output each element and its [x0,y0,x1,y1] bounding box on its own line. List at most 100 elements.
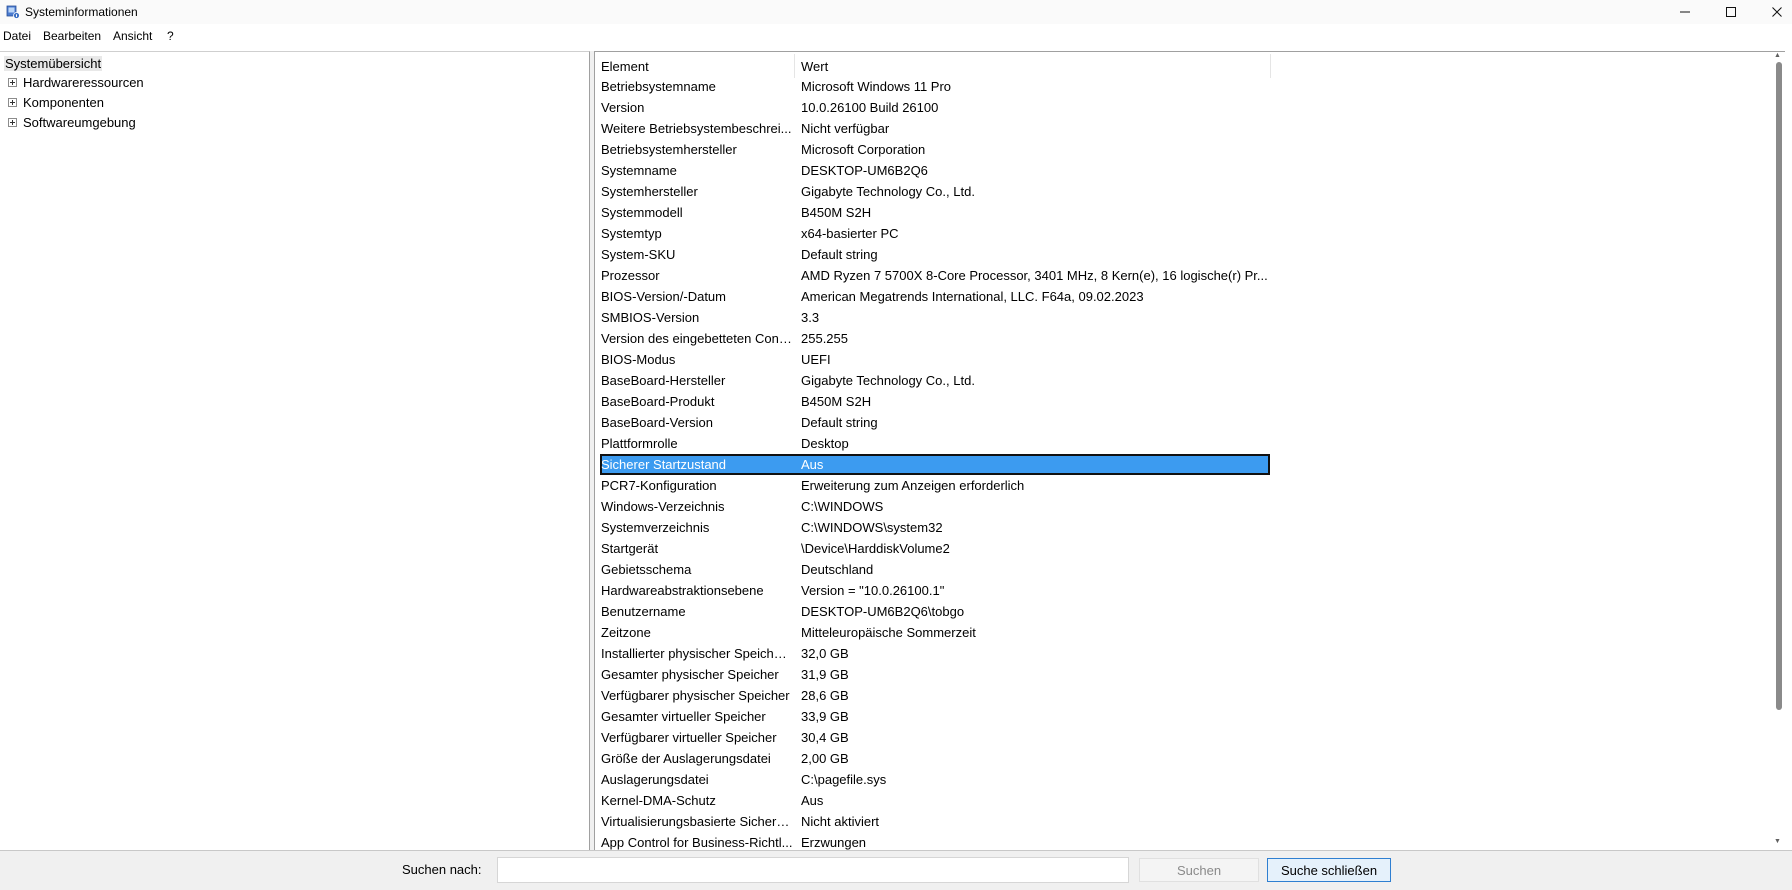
table-row[interactable]: Gesamter virtueller Speicher 33,9 GB [600,706,1270,727]
cell-element: BaseBoard-Produkt [601,394,715,409]
table-row[interactable]: BaseBoard-Produkt B450M S2H [600,391,1270,412]
cell-element: BaseBoard-Hersteller [601,373,726,388]
table-row[interactable]: BIOS-Version/-Datum American Megatrends I… [600,286,1270,307]
table-row[interactable]: Benutzername DESKTOP-UM6B2Q6\tobgo [600,601,1270,622]
table-row[interactable]: Weitere Betriebsystembeschrei... Nicht ve… [600,118,1270,139]
table-row[interactable]: System-SKU Default string [600,244,1270,265]
tree-item-label: Hardwareressourcen [23,75,144,90]
menu-help[interactable]: ? [167,29,174,43]
cell-element: Betriebsystemhersteller [601,142,737,157]
cell-element: System-SKU [601,247,676,262]
tree-item-label: Komponenten [23,95,104,110]
table-row[interactable]: Verfügbarer virtueller Speicher 30,4 GB [600,727,1270,748]
cell-element: Systemhersteller [601,184,698,199]
title-bar: Systeminformationen [0,0,1792,24]
table-row[interactable]: BIOS-Modus UEFI [600,349,1270,370]
cell-wert: Gigabyte Technology Co., Ltd. [801,373,975,388]
table-row[interactable]: Systemname DESKTOP-UM6B2Q6 [600,160,1270,181]
table-row[interactable]: BaseBoard-Hersteller Gigabyte Technology … [600,370,1270,391]
table-row[interactable]: Windows-Verzeichnis C:\WINDOWS [600,496,1270,517]
tree-item-komponenten[interactable]: Komponenten [8,95,104,110]
menu-ansicht[interactable]: Ansicht [113,29,152,43]
cell-element: Gesamter virtueller Speicher [601,709,766,724]
cell-element: Auslagerungsdatei [601,772,709,787]
close-button[interactable] [1754,0,1792,24]
table-row[interactable]: Version 10.0.26100 Build 26100 [600,97,1270,118]
search-input[interactable] [497,857,1129,883]
column-divider[interactable] [794,54,795,78]
table-row[interactable]: Version des eingebetteten Cont... 255.255 [600,328,1270,349]
cell-element: Weitere Betriebsystembeschrei... [601,121,792,136]
table-row[interactable]: Installierter physischer Speicher... 32,0… [600,643,1270,664]
cell-wert: Deutschland [801,562,874,577]
table-row[interactable]: Betriebsystemhersteller Microsoft Corpora… [600,139,1270,160]
cell-element: Installierter physischer Speicher... [601,646,793,661]
table-row[interactable]: Prozessor AMD Ryzen 7 5700X 8-Core Proces… [600,265,1270,286]
cell-wert: x64-basierter PC [801,226,899,241]
tree-item-systemuebersicht[interactable]: Systemübersicht [4,56,103,71]
menu-bar: Datei Bearbeiten Ansicht ? [0,26,1792,46]
cell-wert: Aus [801,793,824,808]
table-row[interactable]: Zeitzone Mitteleuropäische Sommerzeit [600,622,1270,643]
table-row[interactable]: PCR7-Konfiguration Erweiterung zum Anzeig… [600,475,1270,496]
table-row[interactable]: Hardwareabstraktionsebene Version = "10.0… [600,580,1270,601]
table-row[interactable]: App Control for Business-Richtl... Erzwun… [600,832,1270,851]
table-row[interactable]: Gesamter physischer Speicher 31,9 GB [600,664,1270,685]
table-row[interactable]: Betriebsystemname Microsoft Windows 11 Pr… [600,76,1270,97]
table-row[interactable]: Größe der Auslagerungsdatei 2,00 GB [600,748,1270,769]
cell-element: Prozessor [601,268,660,283]
column-header-wert[interactable]: Wert [801,59,828,74]
cell-wert: 2,00 GB [801,751,849,766]
minimize-icon [1680,11,1690,13]
table-row[interactable]: Systemtyp x64-basierter PC [600,223,1270,244]
cell-wert: UEFI [801,352,831,367]
cell-wert: Microsoft Windows 11 Pro [801,79,952,94]
scroll-up-icon[interactable]: ▲ [1774,52,1781,59]
scroll-down-icon[interactable]: ▼ [1774,838,1781,845]
cell-wert: Version = "10.0.26100.1" [801,583,945,598]
column-header-element[interactable]: Element [601,59,649,74]
table-row[interactable]: Virtualisierungsbasierte Sicherh... Nicht… [600,811,1270,832]
expand-icon[interactable] [8,118,17,127]
close-icon [1772,7,1782,17]
system-information-icon [6,5,20,19]
maximize-button[interactable] [1708,0,1754,24]
table-row[interactable]: Systemhersteller Gigabyte Technology Co.,… [600,181,1270,202]
table-row[interactable]: BaseBoard-Version Default string [600,412,1270,433]
table-row[interactable]: Plattformrolle Desktop [600,433,1270,454]
table-row[interactable]: Verfügbarer physischer Speicher 28,6 GB [600,685,1270,706]
tree-item-softwareumgebung[interactable]: Softwareumgebung [8,115,136,130]
cell-element: SMBIOS-Version [601,310,700,325]
search-button[interactable]: Suchen [1139,858,1259,882]
cell-wert: Erweiterung zum Anzeigen erforderlich [801,478,1025,493]
expand-icon[interactable] [8,98,17,107]
close-search-button[interactable]: Suche schließen [1267,858,1391,882]
cell-wert: DESKTOP-UM6B2Q6 [801,163,928,178]
table-row[interactable]: Startgerät \Device\HarddiskVolume2 [600,538,1270,559]
vertical-scrollbar[interactable] [1776,62,1782,710]
table-row[interactable]: Sicherer Startzustand Aus [600,454,1270,475]
cell-wert: American Megatrends International, LLC. … [801,289,1144,304]
table-row[interactable]: Kernel-DMA-Schutz Aus [600,790,1270,811]
expand-icon[interactable] [8,78,17,87]
cell-element: Gesamter physischer Speicher [601,667,779,682]
cell-element: Startgerät [601,541,659,556]
table-row[interactable]: Auslagerungsdatei C:\pagefile.sys [600,769,1270,790]
cell-element: Zeitzone [601,625,651,640]
tree-item-label: Softwareumgebung [23,115,136,130]
cell-wert: 33,9 GB [801,709,849,724]
details-list: Element Wert Betriebsystemname Microsoft … [594,51,1785,851]
table-row[interactable]: Gebietsschema Deutschland [600,559,1270,580]
menu-bearbeiten[interactable]: Bearbeiten [43,29,101,43]
tree-item-hardwareressourcen[interactable]: Hardwareressourcen [8,75,144,90]
minimize-button[interactable] [1662,0,1708,24]
cell-wert: Desktop [801,436,849,451]
cell-element: Version des eingebetteten Cont... [601,331,793,346]
cell-wert: B450M S2H [801,394,872,409]
search-bar: Suchen nach: Suchen Suche schließen [0,850,1792,890]
table-row[interactable]: Systemmodell B450M S2H [600,202,1270,223]
table-row[interactable]: SMBIOS-Version 3.3 [600,307,1270,328]
table-row[interactable]: Systemverzeichnis C:\WINDOWS\system32 [600,517,1270,538]
cell-wert: AMD Ryzen 7 5700X 8-Core Processor, 3401… [801,268,1268,283]
menu-datei[interactable]: Datei [3,29,31,43]
